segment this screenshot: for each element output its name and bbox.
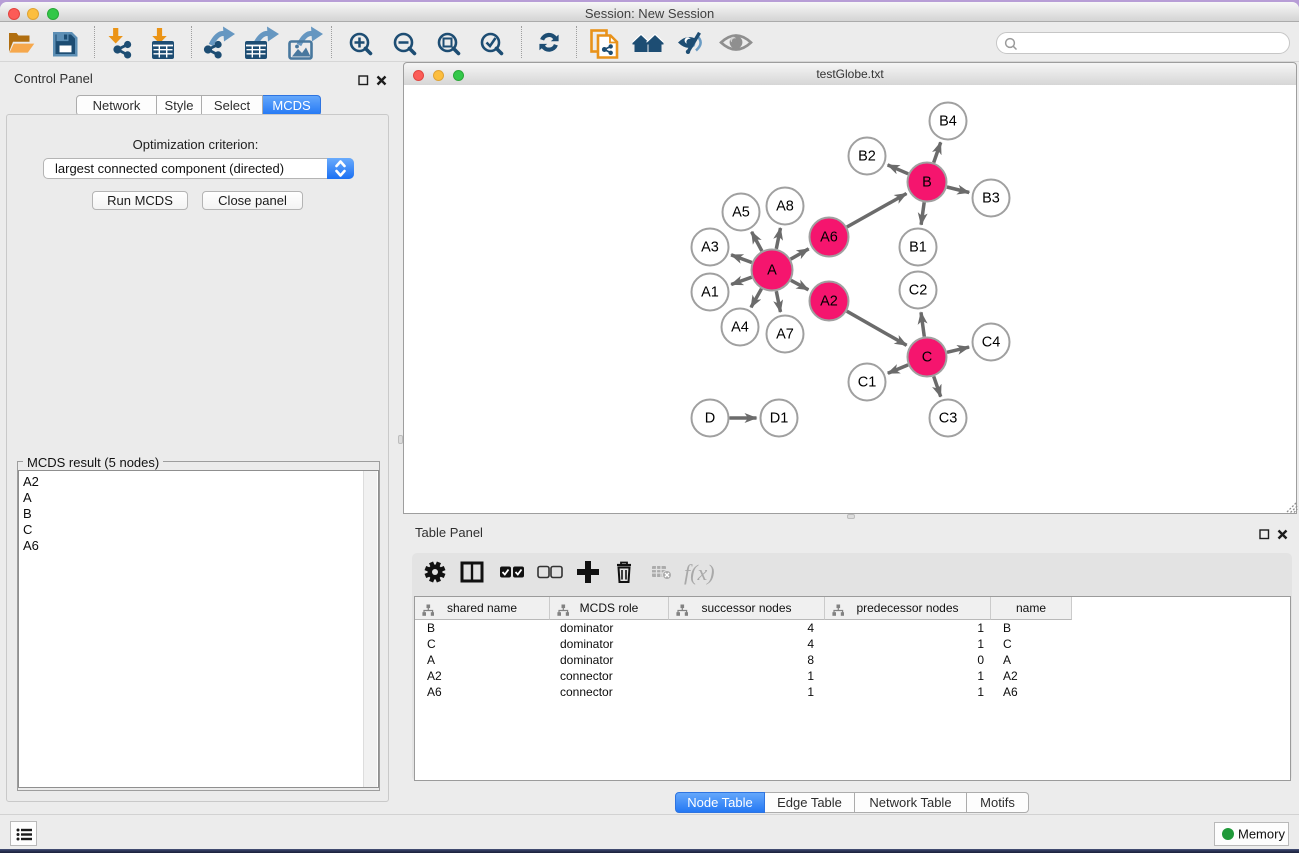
svg-text:A6: A6 xyxy=(820,230,838,246)
svg-text:Memory: Memory xyxy=(1238,827,1285,842)
svg-text:D1: D1 xyxy=(770,411,789,427)
svg-text:B: B xyxy=(922,175,932,191)
svg-text:A4: A4 xyxy=(731,320,749,336)
svg-text:C4: C4 xyxy=(982,335,1001,351)
svg-text:A1: A1 xyxy=(701,285,719,301)
svg-text:B2: B2 xyxy=(858,149,876,165)
svg-text:A8: A8 xyxy=(776,199,794,215)
svg-text:A5: A5 xyxy=(732,205,750,221)
svg-text:A: A xyxy=(767,263,777,279)
svg-text:A7: A7 xyxy=(776,327,794,343)
svg-text:B1: B1 xyxy=(909,240,927,256)
svg-text:C: C xyxy=(922,350,932,366)
svg-text:C3: C3 xyxy=(939,411,958,427)
svg-text:A2: A2 xyxy=(820,294,838,310)
svg-text:f(x): f(x) xyxy=(684,560,715,585)
svg-text:D: D xyxy=(705,411,715,427)
svg-text:B3: B3 xyxy=(982,191,1000,207)
svg-text:C2: C2 xyxy=(909,283,928,299)
svg-text:B4: B4 xyxy=(939,114,957,130)
svg-text:A3: A3 xyxy=(701,240,719,256)
svg-text:C1: C1 xyxy=(858,375,877,391)
